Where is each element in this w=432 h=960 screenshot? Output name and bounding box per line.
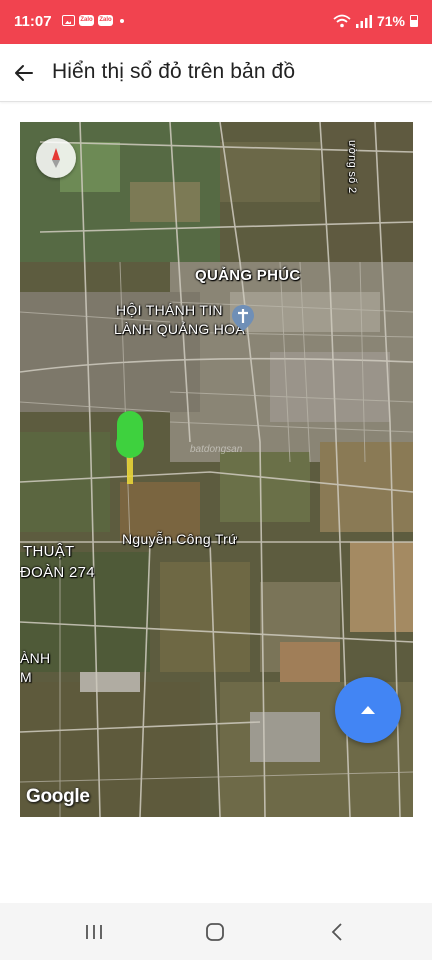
back-button[interactable] [8,57,40,89]
place-label-church-line1: HỘI THÁNH TIN [116,302,223,318]
gallery-notification-icon [62,15,75,26]
road-label-nguyen-cong-tru: Nguyễn Công Trứ [122,531,238,547]
wifi-icon [333,14,351,28]
arrow-left-icon [15,65,33,81]
church-pin-icon[interactable] [231,304,255,332]
app-bar: Hiển thị sổ đỏ trên bản đồ [0,44,432,102]
signal-icon [355,14,372,28]
home-icon [206,923,224,941]
notification-icons: Zalo Zalo [62,15,124,26]
battery-percent: 71% [376,13,405,29]
google-attribution: Google [26,786,90,807]
battery-icon [410,15,418,27]
place-label-thuat: THUẬT [23,543,75,560]
place-label-quang-phuc: QUẢNG PHÚC [195,267,301,284]
status-bar: 11:07 Zalo Zalo 71% [0,0,432,44]
zalo-notification-icon: Zalo [98,15,113,26]
page-title: Hiển thị sổ đỏ trên bản đồ [52,60,296,83]
place-label-church-line2: LÀNH QUẢNG HOÀ [114,321,245,337]
more-notifications-dot-icon [120,18,124,23]
recent-apps-button[interactable] [81,919,107,945]
compass-button[interactable] [36,138,76,178]
back-nav-button[interactable] [324,919,350,945]
home-button[interactable] [202,919,228,945]
place-label-doan-274: ĐOÀN 274 [20,564,95,581]
location-marker-icon[interactable] [112,410,148,484]
zalo-notification-icon: Zalo [79,15,94,26]
compass-icon [52,148,60,168]
back-nav-icon [331,923,342,941]
map-view[interactable]: ường số 2 QUẢNG PHÚC HỘI THÁNH TIN LÀNH … [20,122,413,817]
scroll-up-button[interactable] [335,677,401,743]
system-nav-bar [0,903,432,960]
road-label-top-right: ường số 2 [346,140,358,194]
recent-apps-icon [86,925,102,939]
place-label-edge-anh: ÀNH [20,650,51,666]
place-label-edge-m: M [20,669,32,685]
chevron-up-icon [361,706,375,714]
system-status: 71% [333,13,418,29]
status-time: 11:07 [14,13,52,30]
watermark: batdongsan [190,444,243,455]
